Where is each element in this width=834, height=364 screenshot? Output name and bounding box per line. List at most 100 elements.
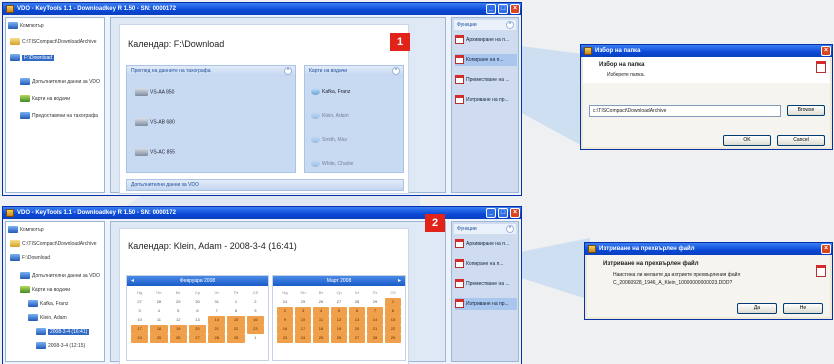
minimize-button[interactable]: _	[486, 208, 496, 218]
dialog-body: Избор на папка Изберете папка. c:\TISCom…	[583, 57, 830, 147]
tree-item-driver[interactable]: Klein, Adam	[28, 312, 67, 324]
dialog-header: Избор на папка Изберете папка.	[583, 57, 830, 83]
drive-icon	[10, 54, 20, 62]
window-titlebar[interactable]: VDO - KeyTools 1.1 - Downloadkey R 1.50 …	[3, 3, 521, 15]
close-button[interactable]: ×	[821, 46, 831, 56]
task-move[interactable]: Преместване на ...	[455, 278, 510, 290]
minimize-button[interactable]: _	[486, 4, 496, 14]
dialog-title: Изтриване на прехвърлен файл	[599, 246, 695, 252]
task-archive[interactable]: Архивиране на п...	[455, 238, 509, 250]
dialog-title: Избор на папка	[595, 48, 641, 54]
dialog-body: Изтриване на прехвърлен файл Наистина ли…	[587, 255, 830, 317]
collapse-icon[interactable]: ^	[284, 67, 292, 75]
computer-icon	[8, 22, 18, 30]
collapse-icon[interactable]: ^	[506, 225, 514, 233]
move-icon	[455, 75, 464, 85]
calendar-header: ◂ Февруари 2008	[127, 276, 268, 286]
prev-month-icon[interactable]: ◂	[131, 276, 134, 286]
driver-item[interactable]: White, Charlie	[311, 160, 353, 167]
tree-item-tachograph[interactable]: Предоставяни на тахографа	[20, 110, 98, 122]
dialog-titlebar[interactable]: Избор на папка ×	[581, 45, 832, 57]
copy-icon	[455, 259, 464, 269]
tree-item-driver[interactable]: Kafka, Franz	[28, 298, 68, 310]
section-extra-header[interactable]: Допълнителни данни за VDO	[127, 180, 403, 190]
task-move[interactable]: Преместване на ...	[455, 74, 510, 86]
folder-tree[interactable]: Компютър C:\TISCompact\DownloadArchive F…	[5, 221, 105, 362]
step-badge-2: 2	[425, 214, 445, 232]
archive-icon	[455, 239, 464, 249]
tree-item-computer[interactable]: Компютър	[8, 224, 44, 236]
tree-item-download[interactable]: F:\Download	[10, 252, 50, 264]
dialog-heading: Изтриване на прехвърлен файл	[603, 261, 699, 267]
dialog-subtitle: Изберете папка.	[607, 72, 645, 78]
scan-item[interactable]: VS-AA 850	[135, 88, 174, 96]
content-panel: Календар: Klein, Adam - 2008-3-4 (16:41)…	[119, 228, 409, 364]
driver-item[interactable]: Kafka, Franz	[311, 88, 350, 95]
collapse-icon[interactable]: ^	[392, 67, 400, 75]
driver-card-icon	[311, 136, 320, 143]
tachograph-icon	[135, 148, 148, 156]
section-extra: Допълнителни данни за VDO	[126, 179, 404, 191]
section-drivers-header[interactable]: Карти на водачи ^	[305, 66, 403, 76]
calendar-panel: Календар: Klein, Adam - 2008-3-4 (16:41)…	[110, 221, 446, 364]
section-scans-header[interactable]: Преглед на данните на тахографа ^	[127, 66, 295, 76]
calendar-month-2[interactable]: Март 2008 ▸ Нд Пн Вт Ср Чт Пт Сб 24 25 26 27 28 29 1 …	[272, 275, 406, 361]
section-drivers: Карти на водачи ^ Kafka, Franz Klein, Ada…	[304, 65, 404, 173]
tree-item-vdo-data[interactable]: Допълнителни данни за VDO	[20, 76, 100, 88]
task-pane-header[interactable]: Функции ^	[454, 224, 516, 234]
collapse-icon[interactable]: ^	[506, 21, 514, 29]
tree-item-driver-cards[interactable]: Карти на водачи	[20, 93, 70, 105]
maximize-button[interactable]: □	[498, 208, 508, 218]
calendar-grid[interactable]: Нд Пн Вт Ср Чт Пт Сб 24 25 26 27 28 29 1 2345678 9 10…	[276, 289, 402, 343]
tree-item-file[interactable]: 2008-3-4 (12:15)	[36, 340, 85, 352]
tree-item-download[interactable]: F:\Download	[10, 52, 55, 64]
delete-icon	[455, 299, 464, 309]
tree-item-computer[interactable]: Компютър	[8, 20, 44, 32]
folder-path-input[interactable]: c:\TISCompact\DownloadArchive	[589, 105, 781, 117]
app-icon	[6, 5, 14, 13]
app-icon	[584, 47, 592, 55]
close-button[interactable]: ×	[510, 4, 520, 14]
drive-icon	[10, 240, 20, 248]
folder-icon	[20, 78, 30, 86]
tree-item-archive[interactable]: C:\TISCompact\DownloadArchive	[10, 238, 96, 250]
maximize-button[interactable]: □	[498, 4, 508, 14]
task-archive[interactable]: Архивиране на п...	[455, 34, 509, 46]
task-copy[interactable]: Копиране на п...	[455, 54, 517, 66]
calendar-grid[interactable]: Нд Пн Вт Ср Чт Пт Сб 27 28 29 30 31 1 2 3456789 10 11…	[130, 289, 265, 343]
driver-item[interactable]: Klein, Adam	[311, 112, 349, 119]
driver-item[interactable]: Smith, Max	[311, 136, 347, 143]
tree-item-driver-cards[interactable]: Карти на водачи	[20, 284, 70, 296]
computer-icon	[8, 226, 18, 234]
folder-tree[interactable]: Компютър C:\TISCompact\DownloadArchive F…	[5, 17, 105, 193]
scan-item[interactable]: VS-AC 855	[135, 148, 175, 156]
dialog-message: Наистина ли желаете да изтриете прехвърл…	[613, 272, 741, 278]
copy-icon	[455, 55, 464, 65]
ok-button[interactable]: OK	[723, 135, 771, 146]
no-button[interactable]: Не	[783, 303, 823, 314]
folder-task-icon	[816, 61, 826, 73]
drive-icon	[10, 254, 20, 262]
cancel-button[interactable]: Cancel	[777, 135, 825, 146]
task-copy[interactable]: Копиране на п...	[455, 258, 504, 270]
calendar-header: Март 2008 ▸	[273, 276, 405, 286]
dialog-titlebar[interactable]: Изтриване на прехвърлен файл ×	[585, 243, 832, 255]
yes-button[interactable]: Да	[737, 303, 777, 314]
drive-icon	[10, 38, 20, 46]
folder-icon	[20, 286, 30, 294]
driver-card-icon	[28, 314, 38, 322]
task-delete[interactable]: Изтриване на пр...	[455, 94, 509, 106]
task-pane: Функции ^ Архивиране на п... Копиране на …	[451, 221, 519, 362]
tree-item-file-selected[interactable]: 2008-3-4 (16:41)	[36, 326, 90, 338]
close-button[interactable]: ×	[510, 208, 520, 218]
tree-item-vdo-data[interactable]: Допълнителни данни за VDO	[20, 270, 100, 282]
main-window-top: VDO - KeyTools 1.1 - Downloadkey R 1.50 …	[2, 2, 522, 196]
browse-button[interactable]: Browse	[787, 105, 825, 116]
close-button[interactable]: ×	[821, 244, 831, 254]
tree-item-archive[interactable]: C:\TISCompact\DownloadArchive	[10, 36, 96, 48]
scan-item[interactable]: VS-AB 680	[135, 118, 175, 126]
task-pane-header[interactable]: Функции ^	[454, 20, 516, 30]
calendar-month-1[interactable]: ◂ Февруари 2008 Нд Пн Вт Ср Чт Пт Сб 27 28 29 30 31…	[126, 275, 269, 361]
task-delete[interactable]: Изтриване на пр...	[455, 298, 517, 310]
next-month-icon[interactable]: ▸	[398, 276, 401, 286]
